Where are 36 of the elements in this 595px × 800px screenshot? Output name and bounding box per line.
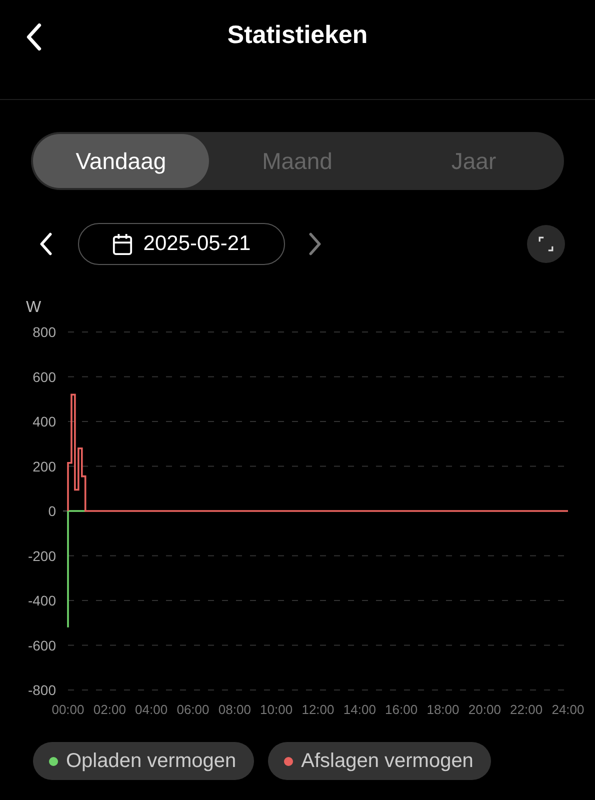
x-tick-label: 04:00	[135, 702, 168, 717]
x-tick-label: 08:00	[218, 702, 251, 717]
previous-icon[interactable]	[38, 231, 54, 257]
y-tick-label: -800	[28, 682, 56, 698]
calendar-icon	[112, 232, 134, 256]
x-tick-label: 14:00	[343, 702, 376, 717]
x-tick-label: 20:00	[468, 702, 501, 717]
y-tick-label: -400	[28, 592, 56, 608]
fullscreen-button[interactable]	[527, 225, 565, 263]
y-axis-unit: W	[26, 299, 42, 316]
legend-label: Opladen vermogen	[66, 750, 236, 772]
x-tick-label: 00:00	[52, 702, 84, 717]
date-picker[interactable]: 2025-05-21	[78, 223, 285, 265]
x-tick-label: 22:00	[510, 702, 543, 717]
y-tick-label: 0	[48, 503, 56, 519]
x-tick-label: 18:00	[426, 702, 460, 717]
page-title: Statistieken	[227, 21, 368, 50]
x-tick-label: 12:00	[302, 702, 334, 717]
period-tab[interactable]: Vandaag	[33, 134, 209, 188]
x-tick-label: 16:00	[385, 702, 418, 717]
legend-chip[interactable]: Opladen vermogen	[33, 742, 254, 780]
legend-label: Afslagen vermogen	[301, 750, 474, 772]
y-tick-label: 800	[32, 324, 56, 340]
next-icon[interactable]	[307, 231, 323, 257]
y-tick-label: 600	[32, 368, 56, 385]
legend-chip[interactable]: Afslagen vermogen	[268, 742, 492, 780]
x-tick-label: 06:00	[176, 702, 210, 717]
y-tick-label: -200	[28, 548, 56, 564]
x-tick-label: 10:00	[260, 702, 293, 717]
x-tick-label: 02:00	[93, 702, 126, 717]
y-tick-label: -600	[28, 637, 56, 654]
x-tick-label: 24:00	[552, 702, 584, 717]
y-tick-label: 400	[32, 414, 56, 430]
back-icon[interactable]	[24, 22, 44, 52]
fullscreen-icon	[538, 236, 554, 252]
y-tick-label: 200	[32, 458, 56, 474]
